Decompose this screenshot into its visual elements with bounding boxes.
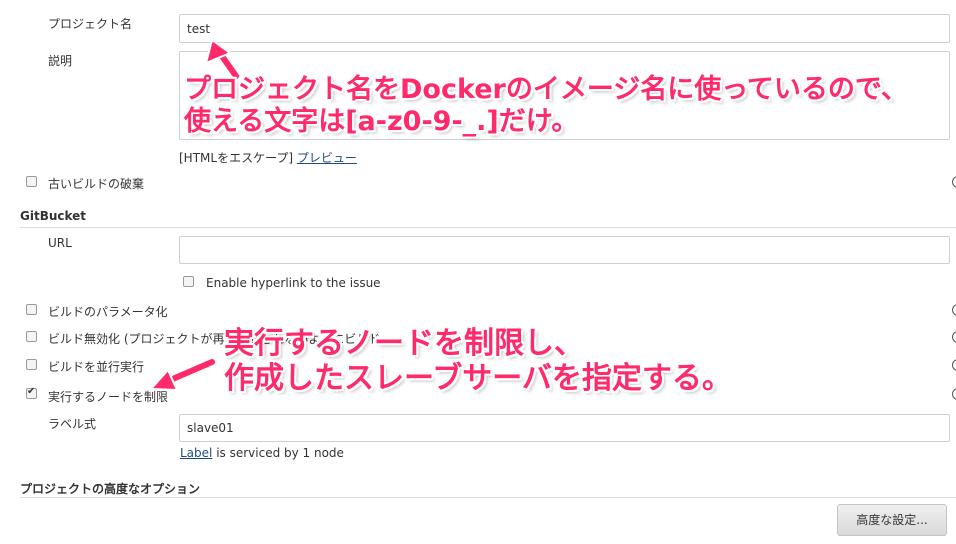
- annotation-node-note: 実行するノードを制限し、 作成したスレーブサーバを指定する。: [224, 326, 732, 397]
- annotation-docker-note: プロジェクト名をDockerのイメージ名に使っているので、 使える文字は[a-z…: [184, 74, 908, 138]
- annotation-line: 実行するノードを制限し、: [224, 326, 584, 361]
- annotation-line: プロジェクト名をDockerのイメージ名に使っているので、: [184, 74, 908, 105]
- arrow-icon: [204, 38, 241, 81]
- arrow-icon: [148, 357, 217, 392]
- annotation-line: 作成したスレーブサーバを指定する。: [224, 361, 732, 397]
- annotation-line: 使える文字は[a-z0-9-_.]だけ。: [184, 105, 579, 137]
